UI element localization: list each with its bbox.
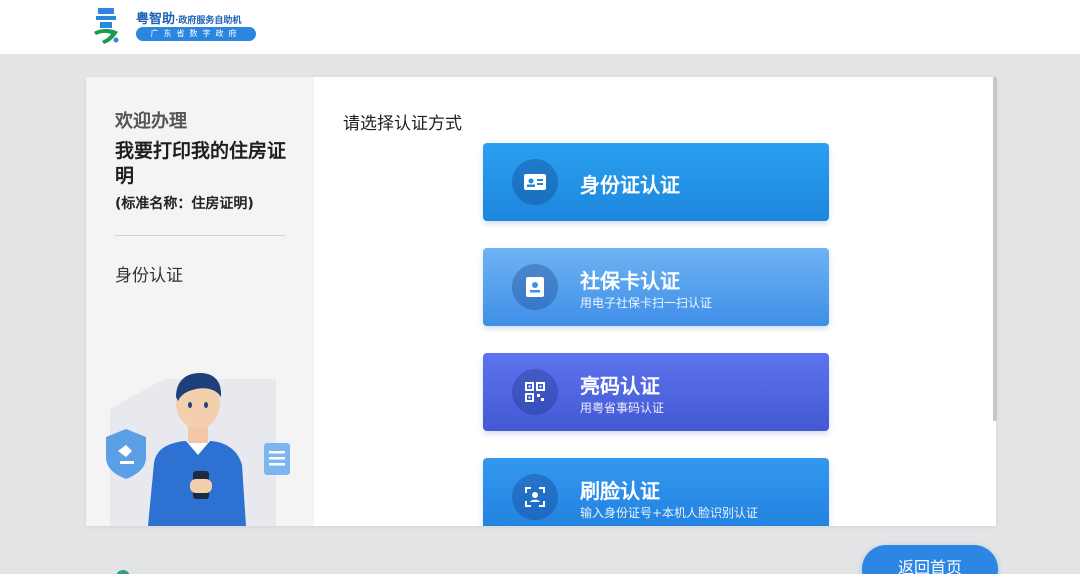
- qr-code-icon: [512, 369, 558, 415]
- brand-title: 粤智助·政府服务自助机: [136, 8, 241, 27]
- user-with-phone-illustration: [106, 373, 290, 526]
- current-step: 身份认证: [115, 266, 183, 286]
- id-card-auth-button[interactable]: 身份证认证: [483, 143, 829, 221]
- panel-scrollbar[interactable]: [993, 77, 997, 421]
- auth-selection-panel: 请选择认证方式 身份证认证 社保卡认证 用电子社保卡扫一扫认证 亮码认证 用粤省…: [314, 77, 996, 526]
- standard-name: (标准名称：住房证明): [115, 196, 254, 212]
- main-card: 欢迎办理 我要打印我的住房证明 (标准名称：住房证明) 身份认证 请选择认证方式…: [86, 77, 996, 526]
- face-scan-auth-button[interactable]: 刷脸认证 输入身份证号+本机人脸识别认证: [483, 458, 829, 526]
- qr-code-auth-desc: 用粤省事码认证: [580, 401, 665, 415]
- brand-logo: 粤智助·政府服务自助机 广东省数字政府: [86, 4, 266, 46]
- brand-subtitle: ·政府服务自助机: [175, 16, 242, 26]
- social-security-card-icon: [512, 264, 558, 310]
- qr-code-auth-label: 亮码认证: [580, 374, 660, 398]
- social-security-auth-desc: 用电子社保卡扫一扫认证: [580, 296, 713, 310]
- brand-tagline: 广东省数字政府: [136, 27, 256, 41]
- welcome-text: 欢迎办理: [115, 111, 187, 132]
- qr-code-auth-button[interactable]: 亮码认证 用粤省事码认证: [483, 353, 829, 431]
- brand-name: 粤智助: [136, 12, 176, 27]
- face-scan-icon: [512, 474, 558, 520]
- top-header: 粤智助·政府服务自助机 广东省数字政府: [0, 0, 1080, 54]
- yue-character-logo-icon: [94, 8, 119, 44]
- social-security-auth-label: 社保卡认证: [580, 269, 680, 293]
- face-scan-auth-desc: 输入身份证号+本机人脸识别认证: [580, 506, 759, 520]
- social-security-auth-button[interactable]: 社保卡认证 用电子社保卡扫一扫认证: [483, 248, 829, 326]
- document-icon: [264, 443, 290, 475]
- service-title: 我要打印我的住房证明: [115, 140, 287, 187]
- id-card-auth-label: 身份证认证: [580, 173, 680, 197]
- status-dot-icon: [116, 570, 130, 574]
- service-sidebar: 欢迎办理 我要打印我的住房证明 (标准名称：住房证明) 身份认证: [86, 77, 314, 526]
- sidebar-divider: [115, 235, 285, 236]
- home-button[interactable]: 返回首页: [862, 545, 998, 574]
- face-scan-auth-label: 刷脸认证: [580, 479, 660, 503]
- id-card-icon: [512, 159, 558, 205]
- auth-prompt: 请选择认证方式: [343, 114, 462, 134]
